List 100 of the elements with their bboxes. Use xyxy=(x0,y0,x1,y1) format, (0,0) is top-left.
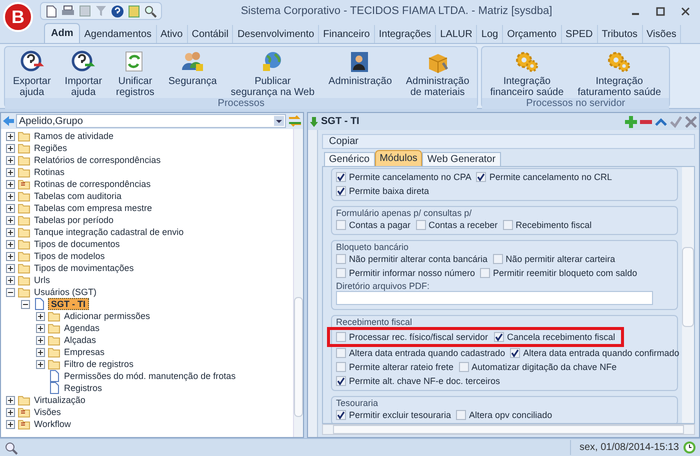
copy-button[interactable]: Copiar xyxy=(322,134,695,149)
expand-icon[interactable] xyxy=(36,312,45,320)
expand-icon[interactable] xyxy=(36,336,45,344)
ribbon-button[interactable]: Segurança xyxy=(164,47,221,98)
ribbon-button[interactable]: Integração financeiro saúde xyxy=(486,47,568,98)
ribbon-button[interactable]: Administração de materiais xyxy=(402,47,474,98)
tree-item[interactable]: Empresas xyxy=(63,347,106,357)
tree-item[interactable]: SGT - TI xyxy=(48,298,88,310)
horizontal-scrollbar[interactable] xyxy=(322,424,695,435)
printer-icon[interactable] xyxy=(61,5,75,17)
checkbox[interactable]: Cancela recebimento fiscal xyxy=(494,332,616,342)
ribbon-button[interactable]: Administração xyxy=(324,47,396,98)
ribbon-button[interactable]: Publicar segurança na Web xyxy=(226,47,319,98)
tree-item[interactable]: Visões xyxy=(33,407,62,417)
tree-item[interactable]: Tabelas com auditoria xyxy=(33,191,123,201)
expand-icon[interactable] xyxy=(36,360,45,368)
checkbox[interactable]: Altera data entrada quando confirmado xyxy=(510,348,680,358)
checkbox[interactable]: Permite cancelamento no CRL xyxy=(476,172,612,182)
expand-icon[interactable] xyxy=(6,228,15,236)
tree-item[interactable]: Ramos de atividade xyxy=(33,131,115,141)
filter-dropdown[interactable]: Apelido,Grupo xyxy=(16,114,286,128)
help-icon[interactable] xyxy=(111,4,124,18)
tree-item[interactable]: Tabelas com empresa mestre xyxy=(33,203,154,213)
app-logo[interactable]: B xyxy=(3,2,33,32)
scrollbar[interactable] xyxy=(308,130,318,437)
expand-icon[interactable] xyxy=(6,192,15,200)
tab[interactable]: Web Generator xyxy=(422,152,501,166)
checkbox[interactable]: Contas a pagar xyxy=(336,220,411,230)
expand-icon[interactable] xyxy=(6,156,15,164)
checkbox[interactable]: Contas a receber xyxy=(416,220,498,230)
ribbon-button[interactable]: Exportar ajuda xyxy=(9,47,55,98)
tree-item[interactable]: Agendas xyxy=(63,323,101,333)
checkbox[interactable]: Automatizar digitação da chave NFe xyxy=(458,362,617,372)
collapse-icon[interactable] xyxy=(21,300,30,308)
tree-item[interactable]: Usuários (SGT) xyxy=(33,287,98,297)
tree-item[interactable]: Workflow xyxy=(33,419,72,429)
checkbox[interactable]: Permitir excluir tesouraria xyxy=(336,410,452,420)
checkbox[interactable]: Altera data entrada quando cadastrado xyxy=(336,348,506,358)
tree-item[interactable]: Rotinas de correspondências xyxy=(33,179,152,189)
tree-item[interactable]: Filtro de registros xyxy=(63,359,135,369)
maximize-icon[interactable] xyxy=(656,6,665,16)
checkbox[interactable]: Permite alt. chave NF-e doc. terceiros xyxy=(336,376,500,386)
checkbox[interactable]: Permite baixa direta xyxy=(336,186,430,196)
tree-item[interactable]: Alçadas xyxy=(63,335,98,345)
expand-icon[interactable] xyxy=(6,240,15,248)
tree-item[interactable]: Urls xyxy=(33,275,51,285)
tree-item[interactable]: Tipos de modelos xyxy=(33,251,106,261)
tree-item[interactable]: Tabelas por período xyxy=(33,215,115,225)
tree-item[interactable]: Adicionar permissões xyxy=(63,311,152,321)
checkbox[interactable]: Permite cancelamento no CPA xyxy=(336,172,472,182)
expand-icon[interactable] xyxy=(6,408,15,416)
group-title: Tesouraria xyxy=(336,398,380,408)
tree-item[interactable]: Virtualização xyxy=(33,395,86,405)
checkbox[interactable]: Altera opv conciliado xyxy=(456,410,552,420)
ribbon-button[interactable]: Unificar registros xyxy=(112,47,158,98)
expand-icon[interactable] xyxy=(6,420,15,428)
tree-item[interactable]: Registros xyxy=(63,383,104,393)
expand-icon[interactable] xyxy=(6,132,15,140)
ribbon-button[interactable]: Importar ajuda xyxy=(60,47,106,98)
tree-item[interactable]: Rotinas xyxy=(33,167,66,177)
tab[interactable]: Genérico xyxy=(324,152,375,166)
checkbox[interactable]: Permite alterar rateio frete xyxy=(336,362,454,372)
search-icon[interactable] xyxy=(144,4,157,18)
tab[interactable]: Módulos xyxy=(374,150,422,166)
scrollbar[interactable] xyxy=(293,129,303,437)
tree-item[interactable]: Permissões do mód. manutenção de frotas xyxy=(63,371,237,381)
tree-item[interactable]: Tanque integração cadastral de envio xyxy=(33,227,185,237)
ribbon-button[interactable]: Integração faturamento saúde xyxy=(574,47,666,98)
checkbox[interactable]: Não permitir alterar carteira xyxy=(492,254,616,264)
check-icon[interactable] xyxy=(670,116,682,128)
tree-item[interactable]: Relatórios de correspondências xyxy=(33,155,162,165)
expand-icon[interactable] xyxy=(6,144,15,152)
pdf-directory-field[interactable] xyxy=(336,291,653,305)
checkbox[interactable]: Processar rec. físico/fiscal servidor xyxy=(336,332,488,342)
tree-item[interactable]: Tipos de movimentações xyxy=(33,263,135,273)
dropdown-caret-icon[interactable] xyxy=(274,116,284,126)
scrollbar[interactable] xyxy=(682,167,694,423)
tree-item[interactable]: Regiões xyxy=(33,143,68,153)
expand-icon[interactable] xyxy=(6,216,15,224)
expand-icon[interactable] xyxy=(36,324,45,332)
checkbox[interactable]: Permitir informar nosso número xyxy=(336,268,476,278)
expand-icon[interactable] xyxy=(6,264,15,272)
expand-icon[interactable] xyxy=(6,204,15,212)
new-file-icon[interactable] xyxy=(45,4,57,18)
close-icon[interactable] xyxy=(681,6,690,16)
ribbon-tab[interactable]: Adm xyxy=(44,23,80,43)
checkbox[interactable]: Permitir reemitir bloqueto com saldo xyxy=(480,268,638,278)
tree-item[interactable]: Tipos de documentos xyxy=(33,239,121,249)
search-icon[interactable] xyxy=(4,440,18,454)
expand-icon[interactable] xyxy=(6,276,15,284)
expand-icon[interactable] xyxy=(6,396,15,404)
expand-icon[interactable] xyxy=(36,348,45,356)
checkbox[interactable]: Recebimento fiscal xyxy=(502,220,592,230)
expand-icon[interactable] xyxy=(6,168,15,176)
expand-icon[interactable] xyxy=(6,252,15,260)
up-caret-icon[interactable] xyxy=(655,116,667,128)
checkbox[interactable]: Não permitir alterar conta bancária xyxy=(336,254,488,264)
expand-icon[interactable] xyxy=(6,180,15,188)
back-arrow-icon[interactable] xyxy=(2,115,14,127)
collapse-icon[interactable] xyxy=(6,288,15,296)
